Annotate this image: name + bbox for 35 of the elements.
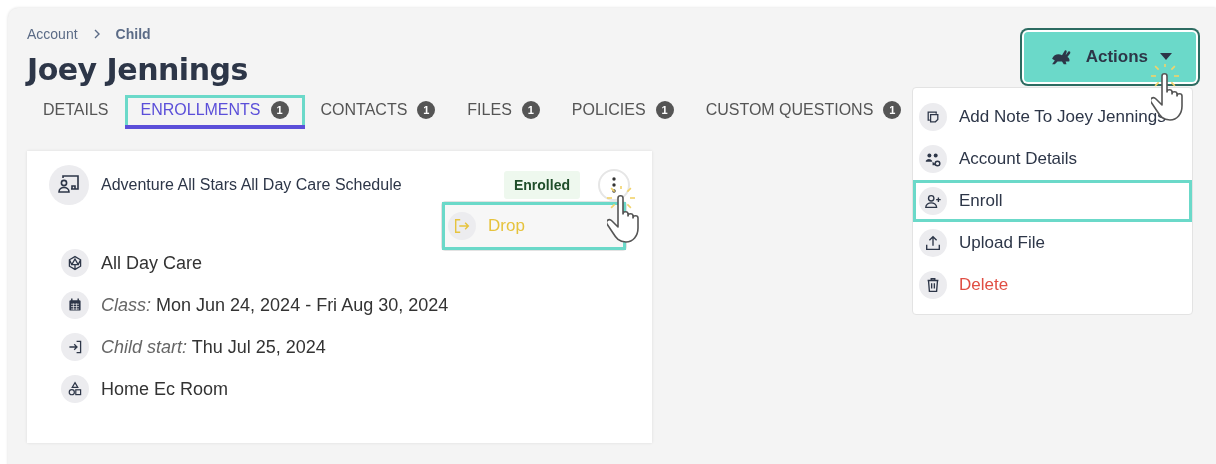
- upload-icon: [924, 234, 942, 252]
- status-badge: Enrolled: [504, 171, 580, 199]
- sign-out-icon: [453, 217, 471, 235]
- count-badge: 1: [417, 101, 436, 119]
- tab[interactable]: POLICIES 1: [555, 95, 690, 129]
- menu-item[interactable]: Enroll: [913, 180, 1192, 222]
- copy-icon: [925, 109, 941, 125]
- shapes-icon: [67, 381, 83, 397]
- detail-text: Class: Mon Jun 24, 2024 - Fri Aug 30, 2024: [101, 294, 449, 316]
- menu-item[interactable]: Account Details: [913, 138, 1192, 180]
- breadcrumb-item[interactable]: Account: [27, 26, 78, 42]
- count-badge: 1: [270, 101, 289, 119]
- enrollment-title: Adventure All Stars All Day Care Schedule: [101, 176, 403, 194]
- tab[interactable]: DETAILS: [27, 95, 125, 129]
- menu-item[interactable]: Upload File: [913, 222, 1192, 264]
- people-gear-icon: [924, 150, 942, 168]
- tab[interactable]: FILES 1: [451, 95, 556, 129]
- count-badge: 1: [883, 101, 902, 119]
- menu-item[interactable]: Delete: [913, 264, 1192, 306]
- count-badge: 1: [521, 101, 540, 119]
- add-person-icon: [924, 192, 942, 210]
- sign-in-icon: [67, 339, 83, 355]
- count-badge: 1: [655, 101, 674, 119]
- caret-down-icon: [1160, 53, 1172, 61]
- detail-text: Child start: Thu Jul 25, 2024: [101, 336, 326, 358]
- page-title: Joey Jennings: [27, 52, 248, 87]
- classroom-icon: [49, 165, 89, 205]
- tab[interactable]: ENROLLMENTS 1: [124, 95, 305, 129]
- detail-text: All Day Care: [101, 252, 203, 274]
- tab[interactable]: CONTACTS 1: [304, 95, 452, 129]
- breadcrumb-item: Child: [115, 26, 151, 42]
- detail-text: Home Ec Room: [101, 378, 229, 400]
- polyhedron-icon: [67, 255, 83, 271]
- calendar-icon: [67, 297, 83, 313]
- kebab-icon: [612, 177, 616, 193]
